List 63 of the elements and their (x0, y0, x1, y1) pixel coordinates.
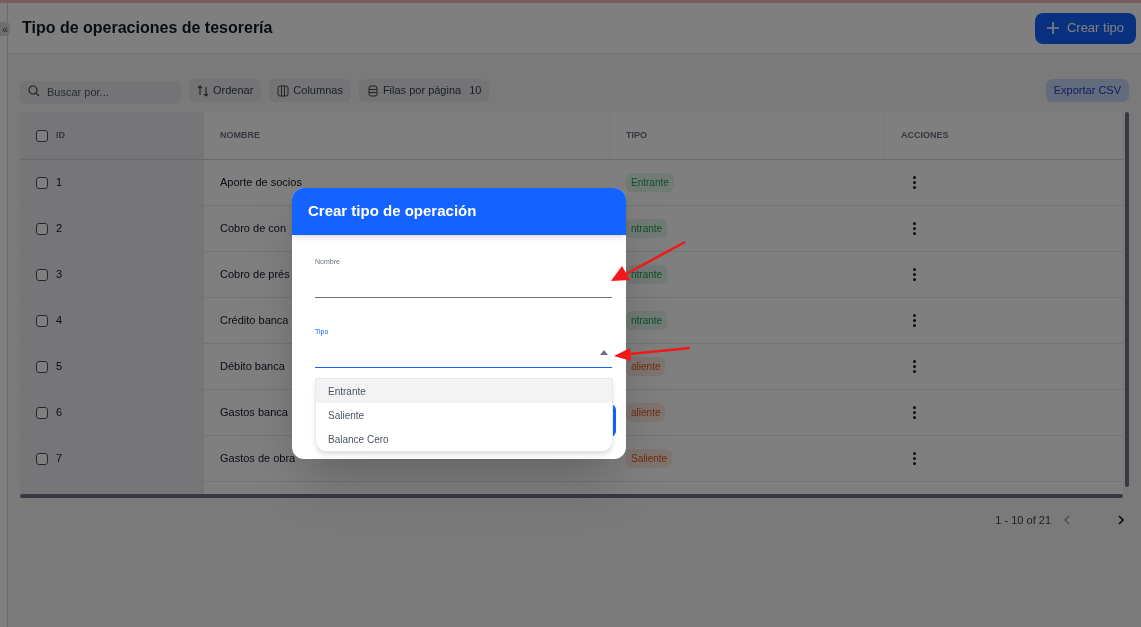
type-tag: ntrante (626, 311, 668, 330)
more-options-icon[interactable] (911, 266, 918, 283)
checkbox[interactable] (36, 314, 48, 327)
type-tag: ntrante (626, 265, 668, 284)
more-options-icon[interactable] (911, 220, 918, 237)
columns-icon (277, 84, 290, 97)
checkbox[interactable] (36, 268, 48, 281)
checkbox[interactable] (36, 406, 48, 419)
search-field[interactable]: Buscar por... (20, 80, 181, 104)
more-options-icon[interactable] (911, 450, 918, 467)
horizontal-scrollbar[interactable] (20, 494, 1123, 498)
collapse-sidebar-button[interactable]: « (0, 22, 10, 36)
row-name: Gastos banca (220, 405, 288, 421)
column-header[interactable]: ACCIONES (901, 128, 949, 143)
row-id: 1 (56, 175, 63, 191)
create-type-button[interactable]: Crear tipo (1034, 12, 1136, 44)
page-title: Tipo de operaciones de tesorería (22, 18, 273, 38)
row-id: 4 (56, 313, 63, 329)
row-id: 6 (56, 405, 63, 421)
plus-icon (1046, 22, 1059, 34)
sort-icon (197, 84, 209, 97)
pagination-range: 1 - 10 of 21 (995, 513, 1051, 528)
rows-per-page-button[interactable]: Filas por página 10 (358, 79, 490, 102)
type-tag: Entrante (626, 173, 674, 192)
row-name: Débito banca (220, 359, 285, 375)
column-header[interactable]: TIPO (626, 128, 647, 143)
dialog-title: Crear tipo de operación (292, 188, 626, 235)
row-id: 2 (56, 221, 63, 237)
rows-icon (366, 84, 379, 97)
caret-icon (600, 350, 608, 355)
next-page-icon[interactable] (1117, 515, 1125, 526)
row-name: Cobro de prés (220, 267, 290, 283)
row-name: Crédito banca (220, 313, 289, 329)
column-header[interactable]: ID (56, 128, 65, 143)
dropdown-option[interactable]: Entrante (316, 379, 612, 403)
type-tag: ntrante (626, 219, 668, 238)
vertical-scrollbar[interactable] (1125, 112, 1129, 487)
row-name: Cobro de con (220, 221, 287, 237)
row-id: 5 (56, 359, 63, 375)
checkbox[interactable] (36, 176, 48, 189)
search-icon (28, 85, 40, 97)
type-tag: aliente (626, 357, 666, 376)
previous-page-icon[interactable] (1063, 515, 1071, 526)
sort-button[interactable]: Ordenar (189, 79, 262, 102)
checkbox[interactable] (36, 452, 48, 465)
row-name: Gastos de obra (220, 451, 296, 467)
more-options-icon[interactable] (911, 312, 918, 329)
export-csv-button[interactable]: Exportar CSV (1045, 79, 1129, 102)
checkbox[interactable] (36, 129, 48, 142)
more-options-icon[interactable] (911, 174, 918, 191)
type-tag: aliente (626, 403, 666, 422)
column-header[interactable]: NOMBRE (220, 128, 260, 143)
type-tag: Saliente (626, 449, 673, 468)
dropdown-option[interactable]: Balance Cero (316, 427, 612, 451)
more-options-icon[interactable] (911, 358, 918, 375)
row-id: 7 (56, 451, 63, 467)
dropdown-option[interactable]: Saliente (316, 403, 612, 427)
columns-button[interactable]: Columnas (269, 79, 351, 102)
checkbox[interactable] (36, 360, 48, 373)
row-id: 3 (56, 267, 63, 283)
row-name: Aporte de socios (220, 175, 302, 191)
checkbox[interactable] (36, 222, 48, 235)
more-options-icon[interactable] (911, 404, 918, 421)
